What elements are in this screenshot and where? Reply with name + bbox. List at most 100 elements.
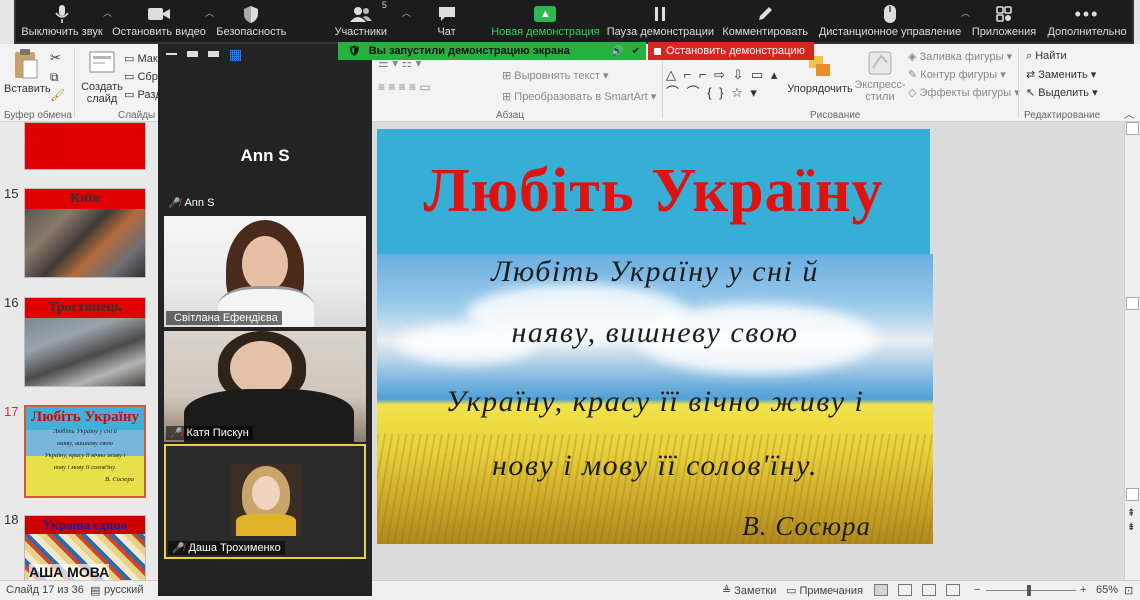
single-view-icon[interactable] [187, 51, 198, 57]
active-speaker-name: Ann S [240, 146, 290, 165]
more-button[interactable]: ••• Дополнительно [1042, 0, 1132, 42]
mic-muted-icon: 🎤̸ [168, 197, 181, 209]
cursor-icon: ↖ [1026, 87, 1036, 99]
security-check-icon: ✔ [631, 45, 640, 57]
chat-button[interactable]: Чат [415, 0, 479, 42]
arrange-button[interactable]: Упорядочить [786, 54, 854, 95]
zoom-meeting-toolbar: ︿ Выключить звук ︿ Остановить видео Безо… [14, 0, 1134, 44]
normal-view-icon[interactable] [874, 584, 888, 596]
thumbnail-slide-15[interactable]: Київ [24, 188, 146, 278]
remote-control-button[interactable]: ︿ Дистанционное управление [814, 0, 970, 42]
scissors-icon[interactable]: ✂ [50, 50, 61, 66]
clipboard-icon [15, 49, 38, 79]
slide-number: 15 [4, 186, 19, 201]
replace-button[interactable]: ⇄ Заменить ▾ [1026, 68, 1096, 81]
scroll-thumb[interactable] [1126, 297, 1139, 310]
current-slide[interactable]: Любіть Україну Любіть Україну у сні й на… [377, 129, 933, 544]
thumbnail-slide-16[interactable]: Тростянець [24, 297, 146, 387]
quick-styles-button[interactable]: Экспресс- стили [852, 50, 908, 103]
align-text-button[interactable]: ⊞ Выровнять текст ▾ [502, 69, 609, 82]
notes-button[interactable]: ≜ Заметки [722, 584, 776, 597]
shapes-gallery[interactable]: △ ⌐ ⌐ ⇨ ⇩ ▭ ▴ ⌒ ⌒ { } ☆ ▾ [666, 66, 779, 102]
slide-title[interactable]: Любіть Україну [423, 156, 883, 227]
zoom-slider[interactable] [986, 590, 1076, 591]
thumbnail-slide-18[interactable]: Україна єдина АША МОВА [24, 515, 146, 580]
poem-line-1[interactable]: Любіть Україну у сні й [377, 255, 933, 289]
screen-share-banner[interactable]: 🛡 Вы запустили демонстрацию экрана 🔊 ✔ [338, 42, 646, 60]
annotate-button[interactable]: Комментировать [716, 0, 814, 42]
shield-icon [243, 3, 259, 25]
destroyed-buildings-photo [25, 318, 145, 386]
thumbnail-slide-14[interactable]: · · · · · · · · · · · · · · · · · · · · … [24, 122, 146, 170]
chevron-up-icon[interactable]: ︿ [402, 6, 411, 19]
scroll-down-button[interactable] [1126, 488, 1139, 501]
security-button[interactable]: Безопасность [210, 0, 293, 42]
zoom-participants-panel: ▦ Ann S 🎤̸ Ann S Світлана Ефендієва 🎤̸ К… [158, 40, 372, 596]
participant-video-katya[interactable]: 🎤̸ Катя Пискун [164, 331, 366, 442]
new-slide-button[interactable]: Создать слайд [80, 48, 124, 105]
video-icon [147, 3, 171, 25]
slide-thumbnails-pane[interactable]: · · · · · · · · · · · · · · · · · · · · … [0, 122, 160, 580]
strip-view-icon[interactable] [208, 51, 219, 57]
poem-line-2[interactable]: наяву, вишневу свою [377, 316, 933, 350]
collapse-ribbon-icon[interactable]: ︿ [1124, 106, 1134, 121]
language-indicator[interactable]: русский [104, 584, 143, 596]
stop-share-button[interactable]: Остановить демонстрацию [648, 42, 814, 60]
find-button[interactable]: ⌕ Найти [1026, 50, 1067, 63]
zoom-slider-thumb[interactable] [1027, 585, 1031, 596]
ribbon-separator [74, 48, 75, 118]
replace-icon: ⇄ [1026, 69, 1036, 81]
apps-button[interactable]: Приложения [966, 0, 1042, 42]
slideshow-icon[interactable] [946, 584, 960, 596]
zoom-level[interactable]: 65% [1096, 584, 1118, 596]
shape-fill-button[interactable]: ◈ Заливка фигуры ▾ [908, 50, 1012, 63]
fit-to-window-icon[interactable]: ⊡ [1124, 584, 1133, 597]
mute-button[interactable]: ︿ Выключить звук [16, 0, 112, 42]
participant-video-dasha[interactable]: 🎤̸ Даша Трохименко [164, 444, 366, 559]
scroll-thumb-top[interactable] [1126, 122, 1139, 135]
comments-button[interactable]: ▭ Примечания [786, 584, 863, 597]
stop-video-button[interactable]: ︿ Остановить видео [108, 0, 214, 42]
mic-icon [54, 3, 70, 25]
mic-muted-icon: 🎤̸ [170, 427, 183, 439]
prev-slide-icon[interactable]: ⇞ [1127, 508, 1135, 519]
group-slides-label: Слайды [118, 110, 156, 121]
format-painter-icon[interactable]: 🖌 [50, 88, 65, 102]
poem-author[interactable]: В. Сосюра [742, 511, 871, 542]
new-share-button[interactable]: ▲ Новая демонстрация [486, 0, 604, 42]
zoom-out-button[interactable]: − [974, 584, 980, 596]
shield-icon: 🛡 [348, 45, 361, 57]
quick-styles-icon [868, 51, 892, 75]
align-icons[interactable]: ≡ ≡ ≡ ≡ ▭ [378, 80, 431, 94]
ribbon-separator [1018, 48, 1019, 118]
shape-effects-button[interactable]: ◇ Эффекты фигуры ▾ [908, 86, 1020, 99]
slide-number: 18 [4, 512, 19, 527]
poem-line-4[interactable]: нову і мову її солов'їну. [377, 449, 933, 483]
next-slide-icon[interactable]: ⇟ [1127, 522, 1135, 533]
shape-outline-button[interactable]: ✎ Контур фигуры ▾ [908, 68, 1006, 81]
select-button[interactable]: ↖ Выделить ▾ [1026, 86, 1098, 99]
minimize-icon[interactable] [166, 53, 177, 55]
copy-icon[interactable]: ⧉ [50, 70, 59, 85]
slide-sorter-icon[interactable] [898, 584, 912, 596]
shapes-row-2: ⌒ ⌒ { } ☆ ▾ [666, 85, 759, 100]
smartart-button[interactable]: ⊞ Преобразовать в SmartArt ▾ [502, 90, 656, 103]
thumbnail-slide-17[interactable]: Любіть Україну Любіть Україну у сні й на… [24, 405, 146, 498]
pause-share-button[interactable]: Пауза демонстрации [604, 0, 716, 42]
paste-button[interactable]: Вставить [4, 48, 51, 95]
participant-tile-ann[interactable]: 🎤̸ Ann S [164, 196, 218, 210]
grid-view-icon[interactable]: ▦ [229, 46, 242, 63]
spellcheck-icon[interactable]: ▤ [90, 584, 100, 597]
chat-icon [437, 3, 457, 25]
participant-video-svetlana[interactable]: Світлана Ефендієва [164, 216, 366, 327]
reading-view-icon[interactable] [922, 584, 936, 596]
participants-button[interactable]: 5 ︿ Участники [315, 0, 410, 42]
mouse-icon [883, 3, 897, 25]
war-photo-collage [25, 209, 145, 277]
zoom-in-button[interactable]: + [1080, 584, 1086, 596]
audio-icon[interactable]: 🔊 [611, 46, 623, 57]
poem-line-3[interactable]: Україну, красу її вічно живу і [377, 385, 933, 419]
vertical-scrollbar[interactable]: ⇞ ⇟ [1124, 122, 1140, 580]
slide-number: 16 [4, 295, 19, 310]
slide-number: 17 [4, 404, 19, 419]
